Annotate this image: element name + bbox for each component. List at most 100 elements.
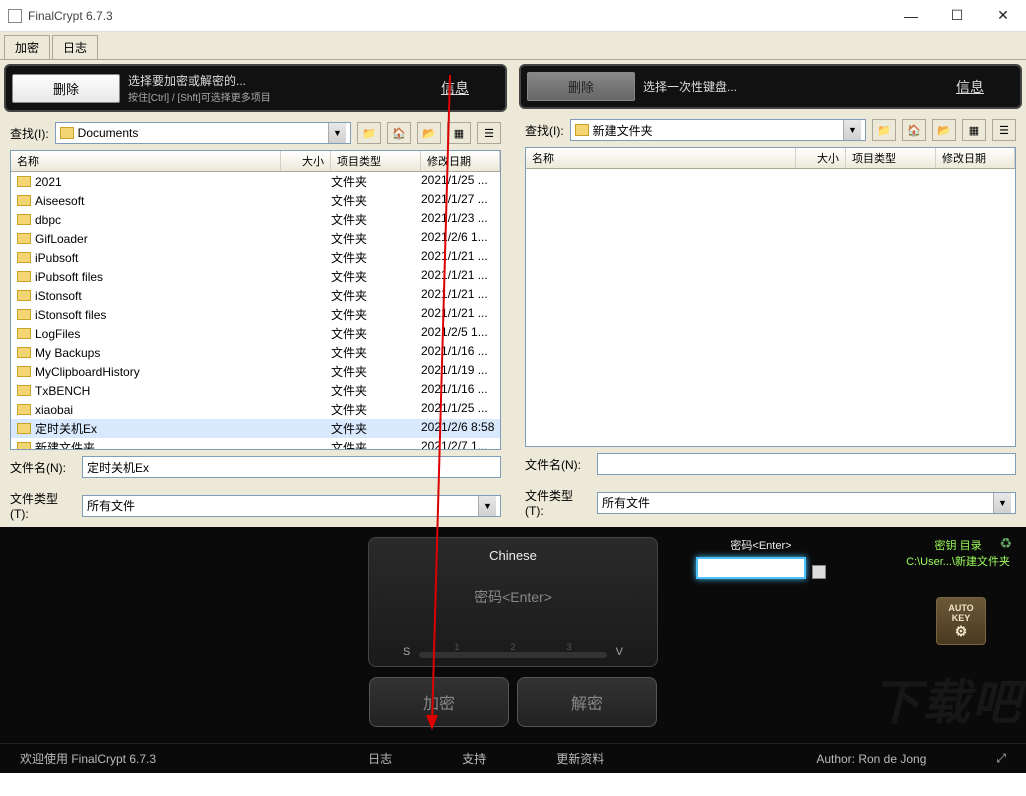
autokey-button[interactable]: AUTO KEY ⚙	[936, 597, 986, 645]
expand-icon[interactable]: ⤢	[996, 751, 1006, 766]
welcome-text: 欢迎使用 FinalCrypt 6.7.3	[20, 750, 156, 767]
up-folder-button[interactable]: 📁	[872, 119, 896, 141]
right-filelist: 名称 大小 项目类型 修改日期	[525, 147, 1016, 447]
view-icons-button[interactable]: ▦	[447, 122, 471, 144]
file-row[interactable]: LogFiles文件夹2021/2/5 1...	[11, 324, 500, 343]
new-folder-button[interactable]: 📂	[932, 119, 956, 141]
app-icon	[8, 9, 22, 23]
file-row[interactable]: Aiseesoft文件夹2021/1/27 ...	[11, 191, 500, 210]
left-filetype-select[interactable]: 所有文件 ▼	[82, 495, 501, 517]
encrypt-button[interactable]: 加密	[369, 677, 509, 727]
file-row[interactable]: 定时关机Ex文件夹2021/2/6 8:58	[11, 419, 500, 438]
tab-log[interactable]: 日志	[52, 35, 98, 59]
new-folder-button[interactable]: 📂	[417, 122, 441, 144]
file-row[interactable]: dbpc文件夹2021/1/23 ...	[11, 210, 500, 229]
left-filelist-body[interactable]: 2021文件夹2021/1/25 ...Aiseesoft文件夹2021/1/2…	[11, 172, 500, 449]
left-heading: 选择要加密或解密的...	[128, 72, 403, 89]
status-support-link[interactable]: 支持	[462, 750, 486, 767]
col-type[interactable]: 项目类型	[846, 148, 936, 168]
statusbar: 欢迎使用 FinalCrypt 6.7.3 日志 支持 更新资料 Author:…	[0, 743, 1026, 773]
right-filename-input[interactable]	[597, 453, 1016, 475]
gear-icon: ⚙	[955, 623, 968, 640]
left-lookin-label: 查找(I):	[10, 125, 49, 142]
file-row[interactable]: iStonsoft files文件夹2021/1/21 ...	[11, 305, 500, 324]
folder-icon	[17, 385, 31, 396]
col-size[interactable]: 大小	[281, 151, 331, 171]
bottom-panel: Chinese 密码<Enter> 123 加密 解密 密码<Enter> ♻ …	[0, 527, 1026, 773]
right-filetype-label: 文件类型(T):	[525, 487, 589, 518]
view-icons-button[interactable]: ▦	[962, 119, 986, 141]
file-row[interactable]: 新建文件夹文件夹2021/2/7 1...	[11, 438, 500, 449]
decrypt-button[interactable]: 解密	[517, 677, 657, 727]
status-log-link[interactable]: 日志	[368, 750, 392, 767]
folder-icon	[575, 124, 589, 136]
show-password-checkbox[interactable]	[812, 565, 826, 579]
file-row[interactable]: 2021文件夹2021/1/25 ...	[11, 172, 500, 191]
file-row[interactable]: iPubsoft files文件夹2021/1/21 ...	[11, 267, 500, 286]
left-info-link[interactable]: 信息	[411, 78, 499, 98]
view-list-button[interactable]: ☰	[477, 122, 501, 144]
folder-icon	[60, 127, 74, 139]
file-row[interactable]: iPubsoft文件夹2021/1/21 ...	[11, 248, 500, 267]
view-list-button[interactable]: ☰	[992, 119, 1016, 141]
right-filelist-body[interactable]	[526, 169, 1015, 446]
left-filetype-label: 文件类型(T):	[10, 490, 74, 521]
folder-icon	[17, 404, 31, 415]
left-delete-button[interactable]: 删除	[12, 74, 120, 103]
folder-icon	[17, 290, 31, 301]
folder-icon	[17, 309, 31, 320]
maximize-button[interactable]: ☐	[934, 0, 980, 32]
folder-icon	[17, 195, 31, 206]
chevron-down-icon[interactable]: ▼	[993, 493, 1011, 513]
status-update-link[interactable]: 更新资料	[556, 750, 604, 767]
right-lookin-combo[interactable]: 新建文件夹 ▼	[570, 119, 866, 141]
strength-slider[interactable]	[419, 652, 607, 658]
col-date[interactable]: 修改日期	[421, 151, 500, 171]
col-date[interactable]: 修改日期	[936, 148, 1015, 168]
home-button[interactable]: 🏠	[902, 119, 926, 141]
right-header: 删除 选择一次性键盘... 信息	[519, 64, 1022, 109]
right-lookin-label: 查找(I):	[525, 122, 564, 139]
right-filetype-select[interactable]: 所有文件 ▼	[597, 492, 1016, 514]
password-hint[interactable]: 密码<Enter>	[379, 587, 647, 607]
recycle-icon[interactable]: ♻	[999, 535, 1012, 552]
right-filename-label: 文件名(N):	[525, 456, 589, 473]
file-row[interactable]: iStonsoft文件夹2021/1/21 ...	[11, 286, 500, 305]
up-folder-button[interactable]: 📁	[357, 122, 381, 144]
col-name[interactable]: 名称	[526, 148, 796, 168]
file-row[interactable]: TxBENCH文件夹2021/1/16 ...	[11, 381, 500, 400]
slider-ticks: 123	[429, 642, 597, 652]
col-size[interactable]: 大小	[796, 148, 846, 168]
col-name[interactable]: 名称	[11, 151, 281, 171]
chevron-down-icon[interactable]: ▼	[328, 123, 346, 143]
folder-icon	[17, 271, 31, 282]
folder-icon	[17, 442, 31, 449]
left-filename-input[interactable]	[82, 456, 501, 478]
tab-encrypt[interactable]: 加密	[4, 35, 50, 59]
right-heading: 选择一次性键盘...	[643, 78, 918, 95]
right-delete-button[interactable]: 删除	[527, 72, 635, 101]
left-lookin-combo[interactable]: Documents ▼	[55, 122, 351, 144]
left-filename-label: 文件名(N):	[10, 459, 74, 476]
file-row[interactable]: MyClipboardHistory文件夹2021/1/19 ...	[11, 362, 500, 381]
key-directory-path[interactable]: C:\User...\新建文件夹	[906, 553, 1010, 569]
file-row[interactable]: My Backups文件夹2021/1/16 ...	[11, 343, 500, 362]
home-button[interactable]: 🏠	[387, 122, 411, 144]
watermark: 下载吧	[872, 663, 1022, 733]
chevron-down-icon[interactable]: ▼	[843, 120, 861, 140]
left-panel: 删除 选择要加密或解密的... 按住[Ctrl] / [Shft]可选择更多项目…	[0, 60, 511, 527]
right-info-link[interactable]: 信息	[926, 77, 1014, 97]
minimize-button[interactable]: —	[888, 0, 934, 32]
folder-icon	[17, 214, 31, 225]
mini-password-label: 密码<Enter>	[696, 537, 826, 553]
col-type[interactable]: 项目类型	[331, 151, 421, 171]
left-filelist-header: 名称 大小 项目类型 修改日期	[11, 151, 500, 172]
file-row[interactable]: GifLoader文件夹2021/2/6 1...	[11, 229, 500, 248]
left-lookin-value: Documents	[78, 126, 139, 140]
chevron-down-icon[interactable]: ▼	[478, 496, 496, 516]
mini-password-input[interactable]	[696, 557, 806, 579]
main-area: 删除 选择要加密或解密的... 按住[Ctrl] / [Shft]可选择更多项目…	[0, 60, 1026, 527]
close-button[interactable]: ✕	[980, 0, 1026, 32]
file-row[interactable]: xiaobai文件夹2021/1/25 ...	[11, 400, 500, 419]
key-directory-label: 密钥 目录	[906, 537, 1010, 553]
